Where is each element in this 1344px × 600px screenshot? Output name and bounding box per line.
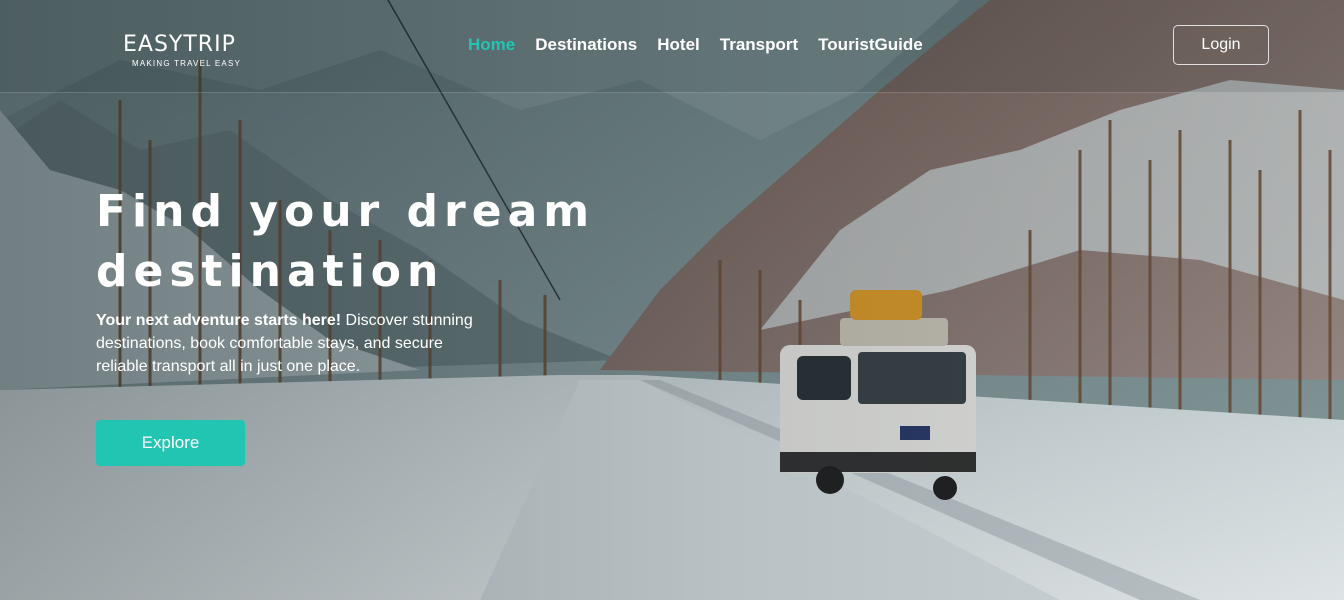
brand-tagline: MAKING TRAVEL EASY: [132, 59, 242, 68]
nav-item-home[interactable]: Home: [468, 35, 515, 55]
login-button[interactable]: Login: [1173, 25, 1269, 65]
hero-section: EASYTRIP MAKING TRAVEL EASY Home Destina…: [0, 0, 1344, 600]
brand-name: EASYTRIP: [123, 32, 236, 57]
nav-item-destinations[interactable]: Destinations: [535, 35, 637, 55]
hero-title-line2: destination: [96, 246, 445, 297]
hero-title: Find your dream destination: [96, 182, 716, 302]
brand-logo[interactable]: EASYTRIP MAKING TRAVEL EASY: [123, 32, 241, 68]
explore-button[interactable]: Explore: [96, 420, 245, 466]
nav-item-hotel[interactable]: Hotel: [657, 35, 700, 55]
hero-description-bold: Your next adventure starts here!: [96, 312, 342, 329]
nav-item-touristguide[interactable]: TouristGuide: [818, 35, 923, 55]
nav-menu: Home Destinations Hotel Transport Touris…: [468, 35, 923, 55]
nav-item-transport[interactable]: Transport: [720, 35, 798, 55]
hero-description: Your next adventure starts here! Discove…: [96, 309, 496, 378]
hero-title-line1: Find your dream: [96, 186, 596, 237]
navbar: EASYTRIP MAKING TRAVEL EASY Home Destina…: [0, 0, 1344, 93]
